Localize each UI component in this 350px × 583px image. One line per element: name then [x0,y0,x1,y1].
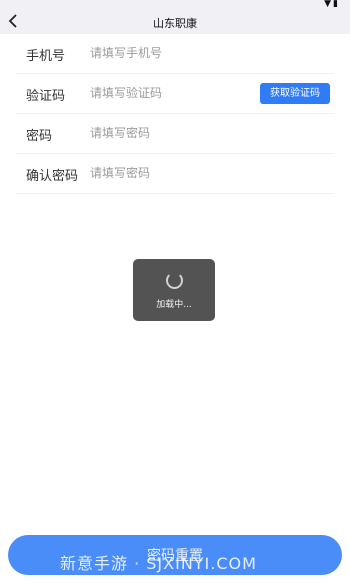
confirm-password-input[interactable] [90,166,240,180]
confirm-password-label: 确认密码 [26,169,79,184]
status-bar: ▼▮ [0,0,350,10]
status-icons: ▼▮ [324,0,340,9]
password-label: 密码 [26,129,53,144]
confirm-password-row: 确认密码 [16,154,334,194]
phone-input[interactable] [90,46,240,60]
phone-label: 手机号 [26,49,66,64]
reset-form: 手机号 验证码 获取验证码 密码 确认密码 [0,34,350,194]
phone-row: 手机号 [16,34,334,74]
loading-text: 加载中... [156,300,192,310]
page-title: 山东职康 [153,17,197,30]
spinner-icon [166,272,183,289]
loading-toast: 加载中... [133,259,215,321]
get-code-button[interactable]: 获取验证码 [260,83,330,104]
password-row: 密码 [16,114,334,154]
code-row: 验证码 获取验证码 [16,74,334,114]
code-input[interactable] [90,86,240,100]
header: 山东职康 [0,10,350,34]
code-label: 验证码 [26,89,66,104]
watermark: 新意手游 · SJXINYI.COM [60,554,257,573]
password-input[interactable] [90,126,240,140]
